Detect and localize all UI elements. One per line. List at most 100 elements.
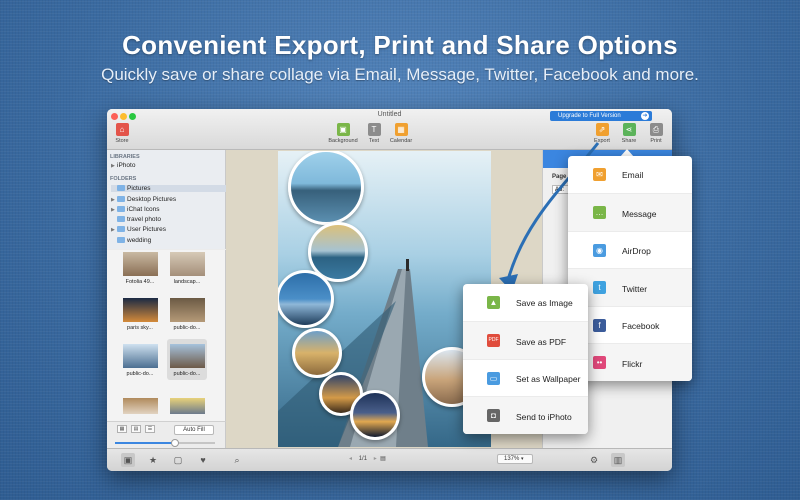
email-icon: ✉ [593,168,606,181]
thumbnail-image [169,298,205,322]
export-item-label: Save as PDF [516,337,567,347]
thumbnail-item[interactable]: Fotolia 49... [120,252,160,285]
store-label: Store [115,138,129,144]
sidebar-item-label: User Pictures [127,226,167,233]
store-button[interactable]: ⌂ Store [107,123,139,144]
export-item-label: Set as Wallpaper [516,374,581,384]
page-indicator: 1/1 [358,456,368,462]
thumbnail-image [122,398,158,414]
thumbnail-item[interactable] [120,398,160,414]
star-icon[interactable]: ★ [146,453,160,467]
collage-page[interactable] [278,151,491,447]
heart-icon[interactable]: ♥ [196,453,210,467]
grid-small-icon[interactable]: ▤ [131,425,141,433]
export-save-image-item[interactable]: ▲ Save as Image [463,284,588,321]
gear-icon[interactable]: ⚙ [587,453,601,467]
sidebar-item-desktop-pictures[interactable]: ▶ Desktop Pictures [111,196,176,203]
arrow-icon: ➔ [641,112,649,120]
upgrade-label: Upgrade to Full Version [558,113,621,119]
collage-photo-bubble[interactable] [292,328,342,378]
frame-icon[interactable]: ▢ [171,453,185,467]
thumbnail-image [122,252,158,276]
share-message-item[interactable]: … Message [568,193,692,231]
thumbnail-item[interactable]: public-do... [120,344,160,377]
sidebar-item-label: iChat Icons [127,206,160,213]
folder-icon [117,216,125,222]
folder-icon [117,206,125,212]
image-icon: ▲ [487,296,500,309]
camera-icon: ◘ [487,409,500,422]
flickr-icon: •• [593,356,606,369]
thumbnail-label: public-do... [173,325,201,331]
calendar-icon: ▦ [394,123,408,136]
export-item-label: Send to iPhoto [516,412,572,422]
background-label: Background [328,138,358,144]
export-icon: ⇗ [595,123,609,136]
thumbnail-controls: ▦ ▤ ☰ Auto Fill [107,421,226,448]
folder-icon [117,237,125,243]
message-icon: … [593,206,606,219]
photos-tab-icon[interactable]: ▣ [121,453,135,467]
sidebar-item-pictures[interactable]: Pictures [111,185,228,192]
thumbnail-item-selected[interactable]: public-do... [167,339,207,380]
export-menu: ▲ Save as Image PDF Save as PDF ▭ Set as Wa… [463,284,588,434]
export-item-label: Save as Image [516,298,573,308]
book-icon[interactable]: ▤ [380,456,386,462]
calendar-label: Calendar [389,138,413,144]
thumbnail-item[interactable]: paris sky... [120,298,160,331]
thumbnail-label: public-do... [173,371,201,377]
share-icon: ⋖ [622,123,636,136]
page-size-label: Page [552,174,567,180]
sidebar-item-user-pictures[interactable]: ▶ User Pictures [111,226,166,233]
share-item-label: Facebook [622,321,660,331]
print-button[interactable]: ⎙ Print [639,123,672,144]
auto-fill-button[interactable]: Auto Fill [174,425,214,435]
share-email-item[interactable]: ✉ Email [568,156,692,193]
thumbnail-label: landscap... [173,279,201,285]
store-icon: ⌂ [115,123,129,136]
layers-icon[interactable]: ▥ [611,453,625,467]
folder-icon [117,226,125,232]
print-label: Print [650,138,662,144]
share-item-label: AirDrop [622,246,651,256]
sidebar-item-travel-photo[interactable]: travel photo [111,216,161,223]
collage-photo-bubble[interactable] [278,270,334,328]
export-wallpaper-item[interactable]: ▭ Set as Wallpaper [463,359,588,396]
background-button[interactable]: ▣ Background [326,123,360,144]
thumbnail-item[interactable]: landscap... [167,252,207,285]
calendar-button[interactable]: ▦ Calendar [384,123,418,144]
thumbnail-image [122,298,158,322]
share-item-label: Flickr [622,359,643,369]
facebook-icon: f [593,319,606,332]
sidebar-item-iphoto[interactable]: ▶ iPhoto [111,162,135,169]
thumbnail-item[interactable] [167,398,207,414]
twitter-icon: t [593,281,606,294]
thumbnail-image [122,344,158,368]
list-view-icon[interactable]: ☰ [145,425,155,433]
share-airdrop-item[interactable]: ◉ AirDrop [568,231,692,268]
collage-photo-bubble[interactable] [288,151,364,225]
sidebar-item-ichat-icons[interactable]: ▶ iChat Icons [111,206,160,213]
zoom-icon[interactable]: ⌕ [230,453,244,467]
upgrade-button[interactable]: Upgrade to Full Version ➔ [550,111,652,121]
sidebar-item-label: Desktop Pictures [127,196,177,203]
prev-page-icon[interactable]: ◂ [349,456,352,462]
sidebar-item-wedding[interactable]: wedding [111,237,151,244]
slider-knob[interactable] [171,439,179,447]
grid-large-icon[interactable]: ▦ [117,425,127,433]
text-icon: T [367,123,381,136]
thumbnail-size-slider[interactable] [115,439,215,447]
zoom-select[interactable]: 137% ▾ [497,454,533,464]
pdf-icon: PDF [487,334,500,347]
sidebar-item-label: wedding [127,237,152,244]
next-page-icon[interactable]: ▸ [374,456,377,462]
export-label: Export [594,138,610,144]
collage-photo-bubble[interactable] [350,390,400,440]
thumbnail-label: public-do... [126,371,154,377]
export-save-pdf-item[interactable]: PDF Save as PDF [463,321,588,359]
thumbnail-label: Fotolia 49... [125,279,155,285]
export-send-iphoto-item[interactable]: ◘ Send to iPhoto [463,396,588,434]
bottom-toolbar: ▣ ★ ▢ ♥ ⌕ ◂ 1/1 ▸ ▤ 137% ▾ ⚙ ▥ [107,448,672,471]
sidebar: LIBRARIES ▶ iPhoto FOLDERS Pictures ▶ Desk… [107,150,228,249]
thumbnail-item[interactable]: public-do... [167,298,207,331]
